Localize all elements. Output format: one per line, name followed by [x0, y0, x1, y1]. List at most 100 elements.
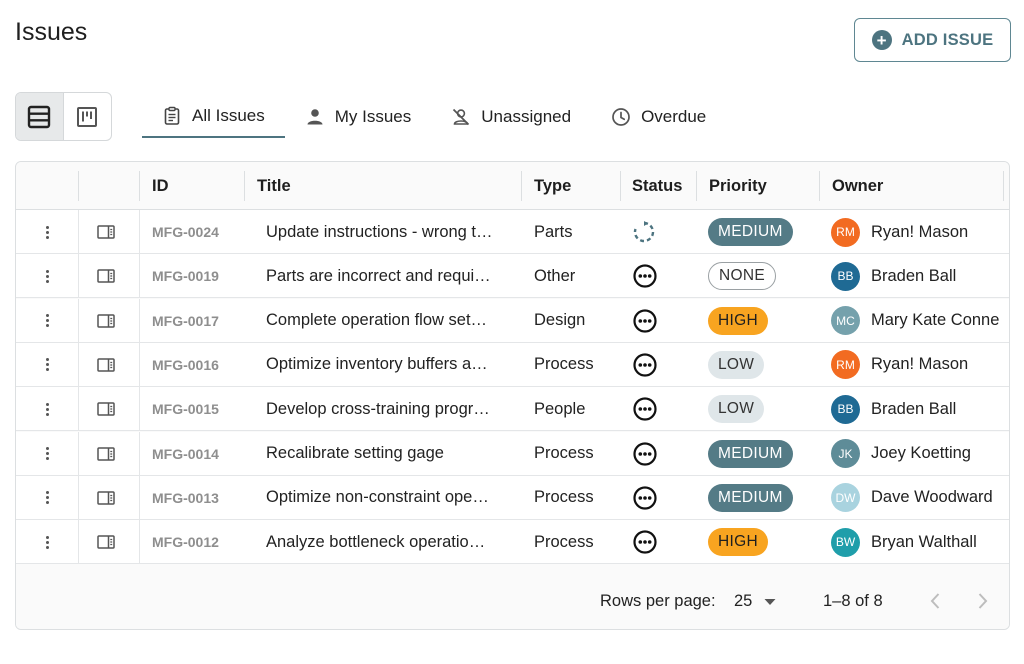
priority-badge: HIGH [708, 306, 768, 335]
in-progress-icon [633, 221, 655, 243]
avatar: RM [831, 217, 860, 247]
add-issue-button[interactable]: + ADD ISSUE [854, 18, 1011, 62]
table-row[interactable]: MFG-0017 Complete operation flow set… Desi… [16, 298, 1009, 343]
issue-title[interactable]: Optimize inventory buffers a… [266, 343, 516, 387]
table-row[interactable]: MFG-0014 Recalibrate setting gage Process M… [16, 431, 1009, 476]
avatar: RM [831, 350, 860, 380]
add-circle-icon: + [871, 30, 892, 50]
issue-id[interactable]: MFG-0024 [152, 210, 242, 254]
table-row[interactable]: MFG-0012 Analyze bottleneck operatio… Proc… [16, 520, 1009, 565]
open-details-icon [97, 269, 115, 284]
column-header-type[interactable]: Type [534, 162, 571, 210]
issue-priority: LOW [708, 387, 818, 431]
tab-all-issues[interactable]: All Issues [142, 96, 285, 138]
issue-title[interactable]: Update instructions - wrong t… [266, 210, 516, 254]
row-actions-menu-button[interactable] [35, 476, 59, 520]
priority-badge: MEDIUM [708, 218, 793, 246]
issue-id[interactable]: MFG-0014 [152, 432, 242, 476]
column-header-title[interactable]: Title [257, 162, 291, 210]
issue-status [632, 387, 696, 431]
table-row[interactable]: MFG-0015 Develop cross-training progr… Peo… [16, 387, 1009, 432]
issue-status [632, 343, 696, 387]
open-details-button[interactable] [95, 343, 117, 387]
column-header-priority[interactable]: Priority [709, 162, 767, 210]
open-details-icon [97, 446, 115, 461]
row-actions-menu-button[interactable] [35, 343, 59, 387]
pending-status-icon [633, 264, 657, 288]
priority-badge: LOW [708, 350, 765, 379]
more-vertical-icon [45, 447, 49, 460]
table-row[interactable]: MFG-0016 Optimize inventory buffers a… Pro… [16, 342, 1009, 387]
issue-owner: BB Braden Ball [831, 387, 1009, 431]
priority-badge: MEDIUM [708, 483, 793, 512]
issue-title[interactable]: Optimize non-constraint ope… [266, 476, 516, 520]
issue-status [632, 210, 696, 254]
issue-id[interactable]: MFG-0019 [152, 254, 242, 298]
more-vertical-icon [45, 358, 49, 372]
rows-per-page-select[interactable]: 25 [734, 592, 776, 611]
table-row[interactable]: MFG-0024 Update instructions - wrong t… Pa… [16, 210, 1009, 254]
issue-id[interactable]: MFG-0017 [152, 299, 242, 343]
owner-name: Joey Koetting [871, 444, 971, 462]
owner-name: Ryan! Mason [871, 355, 969, 374]
tab-label: Unassigned [481, 107, 572, 126]
issue-status [632, 476, 696, 520]
next-page-button[interactable] [972, 588, 994, 614]
caret-down-icon [764, 598, 776, 605]
table-row[interactable]: MFG-0013 Optimize non-constraint ope… Proc… [16, 475, 1009, 520]
open-details-button[interactable] [95, 254, 117, 298]
view-toggle [15, 92, 112, 141]
person-icon [307, 109, 323, 125]
owner-name: Braden Ball [871, 266, 957, 285]
open-details-button[interactable] [95, 476, 117, 520]
chevron-right-icon [978, 593, 988, 609]
issue-title[interactable]: Parts are incorrect and requi… [266, 254, 516, 298]
issue-id[interactable]: MFG-0016 [152, 343, 242, 387]
issue-owner: JK Joey Koetting [831, 432, 1009, 476]
issue-filter-tabs: All Issues My Issues Unassigned Overdue [142, 96, 726, 138]
issue-owner: DW Dave Woodward [831, 476, 1009, 520]
row-actions-menu-button[interactable] [35, 210, 59, 254]
open-details-button[interactable] [95, 432, 117, 476]
tab-overdue[interactable]: Overdue [591, 96, 726, 138]
open-details-icon [97, 313, 115, 328]
tab-my-issues[interactable]: My Issues [285, 96, 432, 138]
open-details-button[interactable] [95, 299, 117, 343]
page-title: Issues [15, 18, 88, 46]
list-view-button[interactable] [16, 93, 64, 140]
row-actions-menu-button[interactable] [35, 299, 59, 343]
issue-priority: MEDIUM [708, 210, 818, 254]
issue-id[interactable]: MFG-0013 [152, 476, 242, 520]
column-header-status[interactable]: Status [632, 162, 682, 210]
table-header: ID Title Type Status Priority Owner [16, 162, 1009, 210]
rows-per-page-value: 25 [734, 592, 753, 610]
board-view-button[interactable] [64, 93, 112, 140]
issue-id[interactable]: MFG-0012 [152, 520, 242, 564]
column-header-id[interactable]: ID [152, 162, 169, 210]
column-header-owner[interactable]: Owner [832, 162, 883, 210]
pending-status-icon [633, 486, 657, 510]
row-actions-menu-button[interactable] [35, 254, 59, 298]
issue-id[interactable]: MFG-0015 [152, 387, 242, 431]
row-actions-menu-button[interactable] [35, 432, 59, 476]
open-details-button[interactable] [95, 387, 117, 431]
issue-title[interactable]: Analyze bottleneck operatio… [266, 520, 516, 564]
issue-title[interactable]: Complete operation flow set… [266, 299, 516, 343]
row-actions-menu-button[interactable] [35, 387, 59, 431]
open-details-button[interactable] [95, 210, 117, 254]
table-row[interactable]: MFG-0019 Parts are incorrect and requi… Ot… [16, 254, 1009, 299]
row-actions-menu-button[interactable] [35, 520, 59, 564]
issue-type: Process [534, 355, 594, 374]
issue-priority: HIGH [708, 299, 818, 343]
issue-title[interactable]: Recalibrate setting gage [266, 432, 516, 476]
pending-status-icon [633, 397, 657, 421]
owner-name: Bryan Walthall [871, 532, 977, 551]
tab-unassigned[interactable]: Unassigned [431, 96, 591, 138]
issue-owner: RM Ryan! Mason [831, 210, 1009, 254]
open-details-icon [97, 225, 115, 239]
more-vertical-icon [45, 225, 49, 239]
open-details-button[interactable] [95, 520, 117, 564]
owner-name: Dave Woodward [871, 488, 993, 507]
previous-page-button[interactable] [924, 588, 946, 614]
issue-title[interactable]: Develop cross-training progr… [266, 387, 516, 431]
